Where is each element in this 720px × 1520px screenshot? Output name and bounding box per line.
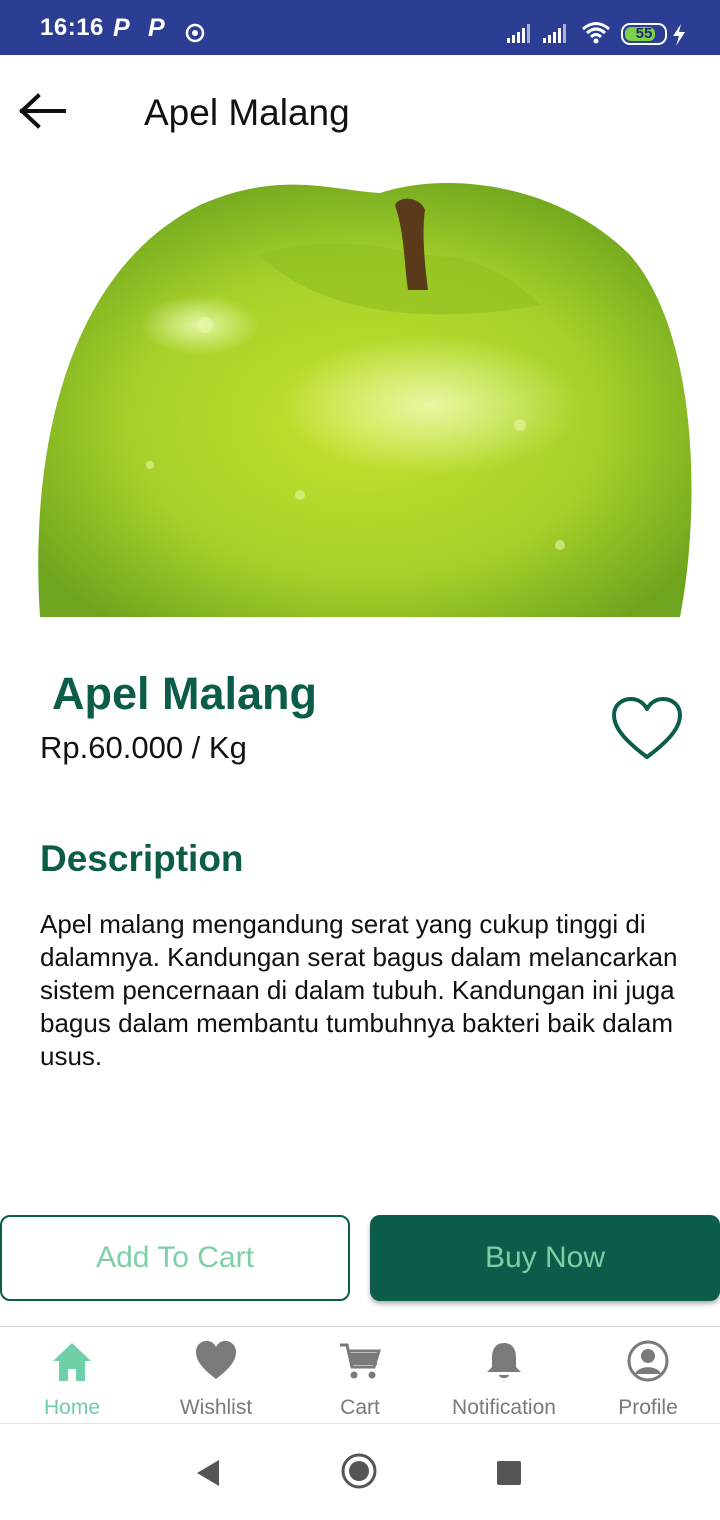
nav-label: Cart: [340, 1396, 380, 1419]
buy-now-button[interactable]: Buy Now: [370, 1215, 720, 1301]
status-bar: 16:16 P P 55: [0, 0, 720, 55]
signal-icon: [543, 24, 566, 43]
product-image: [38, 182, 692, 617]
page-title: Apel Malang: [144, 92, 350, 133]
bell-icon: [487, 1343, 521, 1378]
description-text: Apel malang mengandung serat yang cukup …: [40, 909, 678, 1071]
cart-icon: [340, 1343, 382, 1379]
nav-label: Notification: [452, 1396, 556, 1419]
system-recents-icon[interactable]: [497, 1461, 521, 1485]
system-back-icon[interactable]: [195, 1458, 221, 1488]
system-navigation-bar: [0, 1425, 720, 1520]
bottom-navigation: Home Wishlist Cart Notification Profile: [0, 1326, 720, 1424]
battery-icon: 55: [621, 23, 667, 45]
signal-icon: [507, 24, 530, 43]
nav-item-notification[interactable]: Notification: [432, 1327, 576, 1425]
notification-icon: P: [113, 14, 130, 42]
profile-icon: [627, 1340, 669, 1382]
wifi-icon: [582, 22, 610, 44]
nav-label: Wishlist: [179, 1396, 253, 1419]
nav-item-home[interactable]: Home: [0, 1327, 144, 1425]
home-icon: [53, 1343, 91, 1381]
back-button[interactable]: [16, 86, 72, 136]
wishlist-toggle-button[interactable]: [610, 695, 684, 763]
arrow-left-icon: [19, 93, 66, 129]
description-heading: Description: [40, 838, 244, 879]
sync-icon: [185, 23, 205, 43]
product-name: Apel Malang: [52, 668, 318, 719]
notification-icon: P: [148, 14, 165, 42]
heart-icon: [196, 1341, 236, 1379]
nav-item-cart[interactable]: Cart: [288, 1327, 432, 1425]
nav-item-profile[interactable]: Profile: [576, 1327, 720, 1425]
status-time: 16:16: [40, 14, 104, 41]
charging-icon: [673, 24, 685, 46]
nav-label: Profile: [618, 1396, 678, 1419]
nav-label: Home: [43, 1396, 101, 1419]
add-to-cart-button[interactable]: Add To Cart: [0, 1215, 350, 1301]
battery-level: 55: [635, 25, 653, 42]
nav-item-wishlist[interactable]: Wishlist: [144, 1327, 288, 1425]
product-price: Rp.60.000 / Kg: [40, 730, 247, 765]
system-home-icon[interactable]: [340, 1452, 378, 1490]
heart-outline-icon: [612, 697, 682, 759]
